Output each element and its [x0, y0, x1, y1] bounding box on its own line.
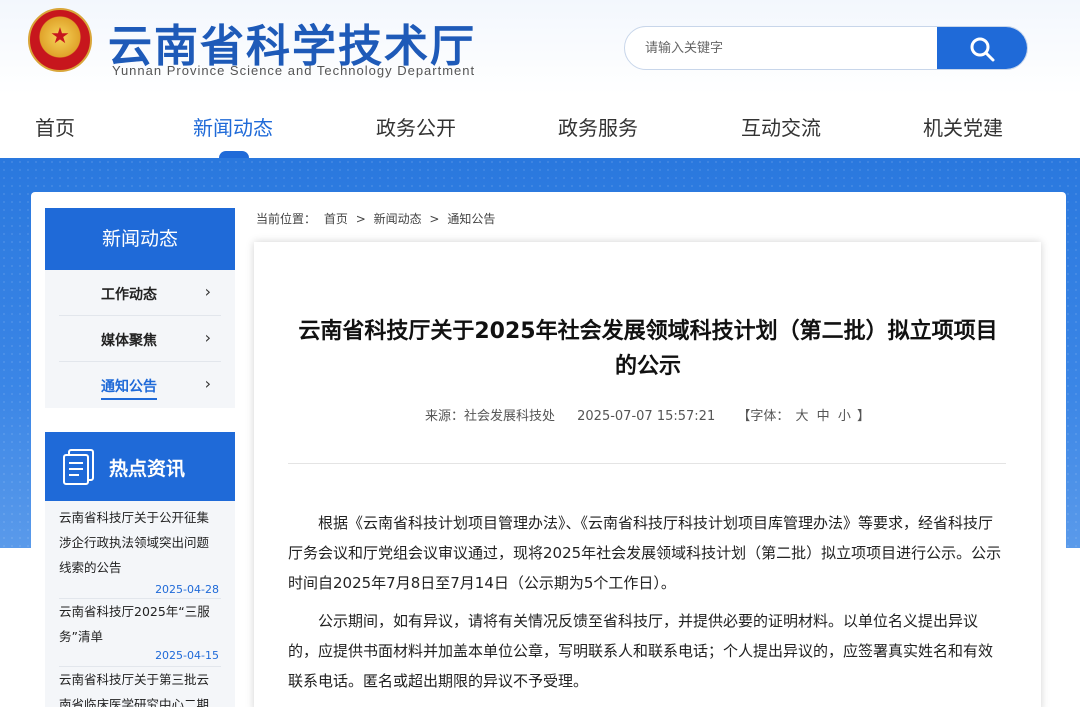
chevron-right-icon: ›: [204, 282, 211, 301]
site-subtitle: Yunnan Province Science and Technology D…: [112, 63, 476, 78]
sidebar-item-work-news[interactable]: 工作动态 ›: [59, 270, 221, 316]
sidebar-item-label: 通知公告: [101, 376, 157, 400]
sidebar-item-media-focus[interactable]: 媒体聚焦 ›: [59, 316, 221, 362]
font-size-small-button[interactable]: 小: [838, 409, 851, 424]
nav-item-news[interactable]: 新闻动态: [193, 112, 273, 141]
hot-news-item[interactable]: 云南省科技厅关于公开征集涉企行政执法领域突出问题线索的公告 2025-04-28: [59, 505, 221, 599]
nav-item-government-services[interactable]: 政务服务: [558, 112, 638, 141]
divider: [288, 463, 1006, 464]
hot-news-item-title: 云南省科技厅2025年“三服务”清单: [59, 604, 210, 644]
sidebar-title: 新闻动态: [45, 208, 235, 270]
nav-item-government-affairs[interactable]: 政务公开: [376, 112, 456, 141]
breadcrumb-prefix: 当前位置：: [256, 212, 317, 226]
nav-item-interaction[interactable]: 互动交流: [741, 112, 821, 141]
hot-news-list: 云南省科技厅关于公开征集涉企行政执法领域突出问题线索的公告 2025-04-28…: [45, 501, 235, 707]
nav-item-party-building[interactable]: 机关党建: [923, 112, 1003, 141]
national-emblem-logo: ★: [28, 8, 92, 72]
article-body: 根据《云南省科技计划项目管理办法》、《云南省科技厅科技计划项目库管理办法》等要求…: [288, 508, 1004, 704]
hot-news-item[interactable]: 云南省科技厅2025年“三服务”清单 2025-04-15: [59, 599, 221, 667]
hot-news-item-date: 2025-04-28: [155, 583, 219, 596]
search-icon: [970, 37, 995, 62]
font-size-close: 】: [856, 409, 870, 424]
hot-news-item-date: 2025-04-15: [155, 649, 219, 662]
chevron-right-icon: ›: [204, 328, 211, 347]
breadcrumb-separator: >: [429, 212, 440, 226]
search-box: [624, 26, 1028, 70]
breadcrumb-link-news[interactable]: 新闻动态: [374, 212, 422, 226]
hot-news-header: 热点资讯: [45, 432, 235, 501]
article-card: 云南省科技厅关于2025年社会发展领域科技计划（第二批）拟立项项目的公示 来源：…: [254, 242, 1041, 707]
hot-news-item[interactable]: 云南省科技厅关于第三批云南省临床医学研究中心二期: [59, 667, 221, 707]
search-button[interactable]: [937, 27, 1027, 69]
article-source: 来源：社会发展科技处: [424, 409, 555, 424]
font-size-large-button[interactable]: 大: [796, 409, 809, 424]
star-icon: ★: [50, 24, 70, 49]
sidebar-item-label: 媒体聚焦: [101, 333, 157, 349]
nav-active-indicator: [219, 151, 249, 158]
sidebar-item-notices[interactable]: 通知公告 ›: [59, 362, 221, 408]
search-input[interactable]: [625, 27, 937, 69]
hot-news-item-title: 云南省科技厅关于公开征集涉企行政执法领域突出问题线索的公告: [59, 510, 210, 575]
sidebar-item-label: 工作动态: [101, 287, 157, 303]
article-paragraph: 公示期间，如有异议，请将有关情况反馈至省科技厅，并提供必要的证明材料。以单位名义…: [288, 612, 994, 690]
article-meta: 来源：社会发展科技处 2025-07-07 15:57:21 【字体： 大 中 …: [254, 405, 1041, 424]
hot-news-item-title: 云南省科技厅关于第三批云南省临床医学研究中心二期: [59, 672, 210, 707]
article-datetime: 2025-07-07 15:57:21: [577, 409, 716, 424]
font-size-control: 【字体： 大 中 小 】: [737, 409, 870, 424]
breadcrumb-separator: >: [355, 212, 366, 226]
breadcrumb: 当前位置： 首页 > 新闻动态 > 通知公告: [256, 210, 499, 227]
sidebar-menu: 工作动态 › 媒体聚焦 › 通知公告 ›: [45, 270, 235, 408]
font-size-medium-button[interactable]: 中: [817, 409, 830, 424]
chevron-right-icon: ›: [204, 374, 211, 393]
document-icon: [63, 449, 94, 485]
nav-item-home[interactable]: 首页: [35, 112, 75, 141]
breadcrumb-link-home[interactable]: 首页: [324, 212, 348, 226]
hot-news-title: 热点资讯: [109, 458, 186, 480]
article-paragraph: 根据《云南省科技计划项目管理办法》、《云南省科技厅科技计划项目库管理办法》等要求…: [288, 514, 1002, 592]
article-title: 云南省科技厅关于2025年社会发展领域科技计划（第二批）拟立项项目的公示: [298, 319, 998, 379]
font-size-label: 【字体：: [737, 409, 790, 424]
breadcrumb-link-notices[interactable]: 通知公告: [447, 212, 495, 226]
main-nav: 首页 新闻动态 政务公开 政务服务 互动交流 机关党建: [0, 100, 1080, 152]
